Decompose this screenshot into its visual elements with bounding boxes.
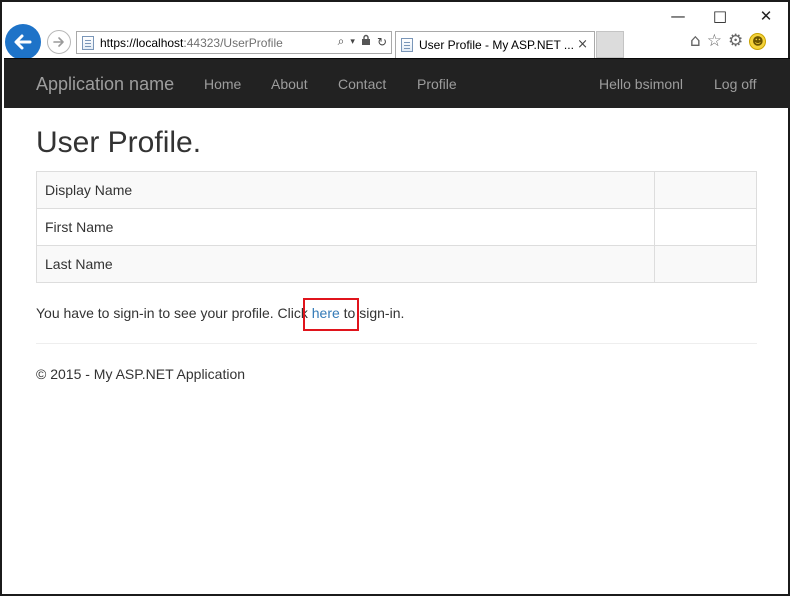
footer-copyright: © 2015 - My ASP.NET Application [36, 366, 246, 382]
profile-table: Display Name First Name Last Name [36, 171, 757, 283]
tab-title: User Profile - My ASP.NET ... [419, 38, 574, 52]
maximize-icon[interactable]: □ [708, 6, 732, 26]
browser-window: — □ ✕ https://localhost:44323/UserProfil… [0, 0, 790, 596]
page-icon [82, 35, 94, 50]
refresh-icon[interactable]: ↻ [377, 35, 387, 49]
feedback-smiley-icon[interactable]: ☻ [749, 32, 767, 50]
favorites-star-icon[interactable]: ☆ [707, 31, 722, 51]
row-value [654, 171, 757, 209]
page-title: User Profile. [36, 126, 202, 159]
tab-user-profile[interactable]: User Profile - My ASP.NET ... × [395, 31, 595, 58]
row-value [654, 245, 757, 283]
table-row: Last Name [36, 245, 757, 283]
home-icon[interactable]: ⌂ [690, 31, 701, 51]
nav-profile[interactable]: Profile [417, 76, 457, 92]
highlight-box [303, 298, 359, 331]
navbar: Application name Home About Contact Prof… [4, 58, 790, 108]
nav-greeting[interactable]: Hello bsimonl [599, 76, 683, 92]
url-text: https://localhost:44323/UserProfile [100, 35, 283, 50]
nav-home[interactable]: Home [204, 76, 241, 92]
new-tab-button[interactable] [596, 31, 624, 58]
lock-icon[interactable] [361, 34, 371, 49]
table-row: Display Name [36, 171, 757, 209]
row-value [654, 208, 757, 246]
close-icon[interactable]: ✕ [754, 6, 778, 26]
nav-logoff[interactable]: Log off [714, 76, 757, 92]
tab-page-icon [401, 38, 413, 52]
tab-close-icon[interactable]: × [577, 37, 588, 52]
forward-arrow-icon[interactable] [47, 30, 71, 54]
brand-link[interactable]: Application name [36, 74, 174, 95]
row-label: First Name [36, 208, 655, 246]
row-label: Last Name [36, 245, 655, 283]
dropdown-icon[interactable]: ▾ [350, 37, 355, 47]
divider [36, 343, 757, 344]
minimize-icon[interactable]: — [666, 6, 690, 26]
row-label: Display Name [36, 171, 655, 209]
settings-gear-icon[interactable]: ⚙ [728, 31, 743, 51]
nav-contact[interactable]: Contact [338, 76, 386, 92]
address-bar[interactable]: https://localhost:44323/UserProfile ⌕ ▾ … [76, 31, 392, 54]
search-icon[interactable]: ⌕ [338, 34, 345, 49]
nav-about[interactable]: About [271, 76, 308, 92]
table-row: First Name [36, 208, 757, 246]
back-arrow-icon[interactable] [5, 24, 41, 60]
